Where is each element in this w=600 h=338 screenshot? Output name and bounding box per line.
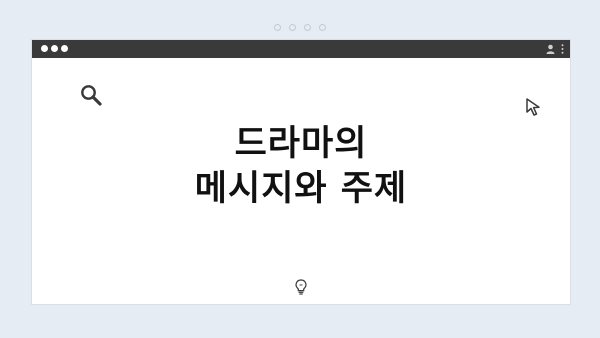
slide-title: 드라마의 메시지와 주제 (32, 122, 570, 212)
search-icon (81, 85, 102, 106)
slide-title-line-1: 드라마의 (234, 124, 368, 164)
carousel-dots (0, 24, 600, 31)
window-titlebar (32, 40, 570, 58)
window-controls (41, 45, 68, 52)
lightbulb-icon (295, 279, 307, 295)
carousel-dot[interactable] (304, 24, 311, 31)
kebab-menu-icon[interactable] (561, 44, 564, 54)
carousel-dot[interactable] (274, 24, 281, 31)
page-background: 드라마의 메시지와 주제 (0, 0, 600, 338)
window-control-dot[interactable] (51, 45, 58, 52)
carousel-dot[interactable] (289, 24, 296, 31)
user-icon[interactable] (546, 44, 555, 54)
slide-title-line-2: 메시지와 주제 (194, 169, 408, 209)
window-control-dot[interactable] (61, 45, 68, 52)
browser-window: 드라마의 메시지와 주제 (32, 40, 570, 304)
cursor-icon (526, 98, 540, 116)
window-control-dot[interactable] (41, 45, 48, 52)
carousel-dot[interactable] (319, 24, 326, 31)
